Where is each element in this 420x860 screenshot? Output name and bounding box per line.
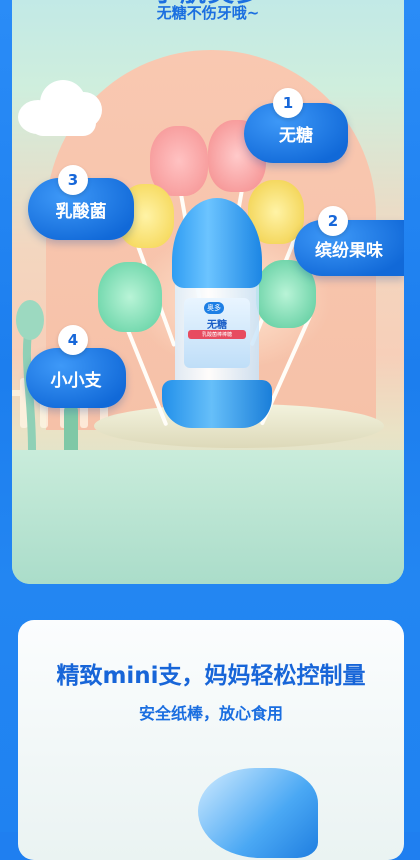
feature-label-1: 无糖 (279, 125, 313, 146)
product-brand: 奥多 (204, 302, 224, 314)
feature-number-1: 1 (273, 88, 303, 118)
product-label: 奥多 无糖 乳酸菌棒棒糖 (184, 298, 250, 368)
feature-label-2: 缤纷果味 (315, 240, 383, 261)
floor (12, 450, 404, 584)
mini-stick-card: 精致mini支，妈妈轻松控制量 安全纸棒，放心食用 (18, 620, 404, 860)
section-subtitle: 安全纸棒，放心食用 (138, 704, 283, 723)
feature-number-3: 3 (58, 165, 88, 195)
feature-number-4: 4 (58, 325, 88, 355)
product-name: 无糖 (207, 320, 227, 331)
product-tagline: 乳酸菌棒棒糖 (188, 330, 246, 339)
feature-badge-2: 缤纷果味 (294, 220, 404, 276)
hero-card: 小航奥多 无糖不伤牙哦~ (12, 0, 404, 584)
feature-badge-4: 小小支 (26, 348, 126, 408)
feature-label-3: 乳酸菌 (55, 201, 107, 222)
feature-label-4: 小小支 (50, 370, 102, 391)
feature-number-2: 2 (318, 206, 348, 236)
hero-subtitle: 无糖不伤牙哦~ (156, 4, 260, 22)
rocket-base (162, 380, 272, 428)
rocket-cap-closeup (198, 768, 318, 858)
section-title: 精致mini支，妈妈轻松控制量 (56, 663, 366, 689)
